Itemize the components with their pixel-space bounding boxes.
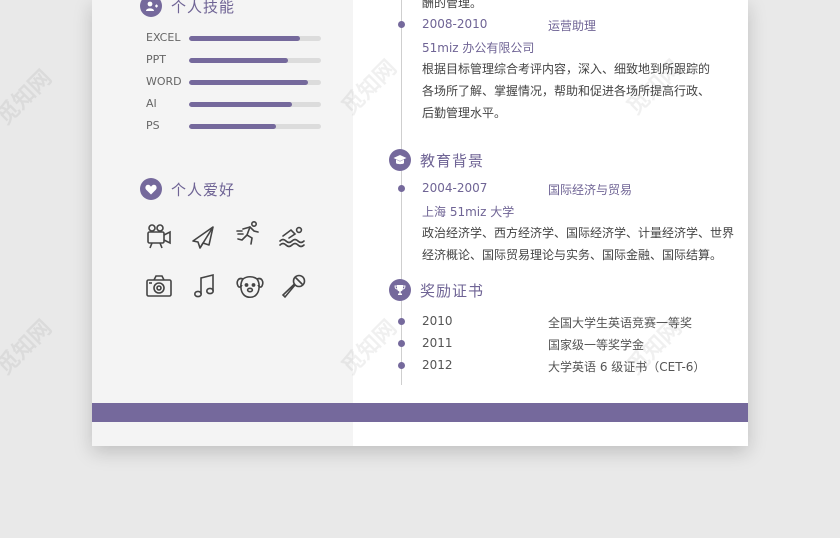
timeline-line — [401, 0, 402, 385]
skill-bar-fill — [189, 80, 308, 85]
skills-section-header: 个人技能 — [140, 0, 235, 17]
hobbies-title: 个人爱好 — [171, 180, 236, 199]
skill-bar-track — [189, 80, 321, 85]
skill-name: PPT — [146, 53, 166, 66]
skill-bar-track — [189, 58, 321, 63]
timeline-dot — [398, 318, 405, 325]
heart-icon — [140, 178, 162, 200]
trophy-icon — [389, 279, 411, 301]
skill-row: WORD — [146, 75, 326, 89]
skill-name: AI — [146, 97, 157, 110]
education-title: 教育背景 — [420, 151, 485, 170]
experience-period: 2008-2010 — [422, 17, 488, 31]
awards-title: 奖励证书 — [420, 281, 485, 300]
running-icon — [235, 220, 263, 248]
award-year: 2011 — [422, 336, 453, 350]
timeline-dot — [398, 185, 405, 192]
timeline-dot — [398, 340, 405, 347]
education-school: 上海 51miz 大学 — [422, 205, 515, 219]
experience-intro-tail: 酬的管理。 — [422, 0, 483, 10]
skill-row: EXCEL — [146, 31, 326, 45]
skills-title: 个人技能 — [171, 0, 236, 16]
education-section-header: 教育背景 — [389, 149, 484, 171]
education-description-line: 政治经济学、西方经济学、国际经济学、计量经济学、世界 — [422, 226, 735, 240]
user-plus-icon — [140, 0, 162, 17]
airplane-icon — [189, 224, 217, 252]
skill-row: AI — [146, 97, 326, 111]
timeline-dot — [398, 21, 405, 28]
graduation-cap-icon — [389, 149, 411, 171]
experience-description-line: 后勤管理水平。 — [422, 106, 507, 120]
skill-bar-track — [189, 102, 321, 107]
music-note-icon — [191, 273, 219, 301]
skill-row: PPT — [146, 53, 326, 67]
timeline-dot — [398, 362, 405, 369]
skill-row: PS — [146, 119, 326, 133]
award-year: 2012 — [422, 358, 453, 372]
education-major: 国际经济与贸易 — [548, 183, 633, 197]
microphone-icon — [280, 273, 308, 301]
skill-bar-track — [189, 124, 321, 129]
swimming-icon — [278, 222, 306, 250]
skill-name: WORD — [146, 75, 182, 88]
awards-section-header: 奖励证书 — [389, 279, 484, 301]
hobbies-section-header: 个人爱好 — [140, 178, 235, 200]
skill-bar-fill — [189, 58, 288, 63]
video-camera-icon — [145, 222, 173, 250]
skill-bar-fill — [189, 102, 292, 107]
watermark: 觅知网 — [0, 65, 57, 130]
photo-camera-icon — [145, 273, 173, 301]
experience-role: 运营助理 — [548, 19, 597, 33]
footer-band — [92, 403, 748, 422]
watermark: 觅知网 — [0, 315, 57, 380]
award-year: 2010 — [422, 314, 453, 328]
education-description-line: 经济概论、国际贸易理论与实务、国际金融、国际结算。 — [422, 248, 723, 262]
skill-bar-fill — [189, 124, 277, 129]
skill-bar-fill — [189, 36, 300, 41]
education-period: 2004-2007 — [422, 181, 488, 195]
skill-name: PS — [146, 119, 160, 132]
skill-bar-track — [189, 36, 321, 41]
experience-company: 51miz 办公有限公司 — [422, 41, 535, 55]
dog-icon — [235, 273, 264, 301]
skill-name: EXCEL — [146, 31, 181, 44]
